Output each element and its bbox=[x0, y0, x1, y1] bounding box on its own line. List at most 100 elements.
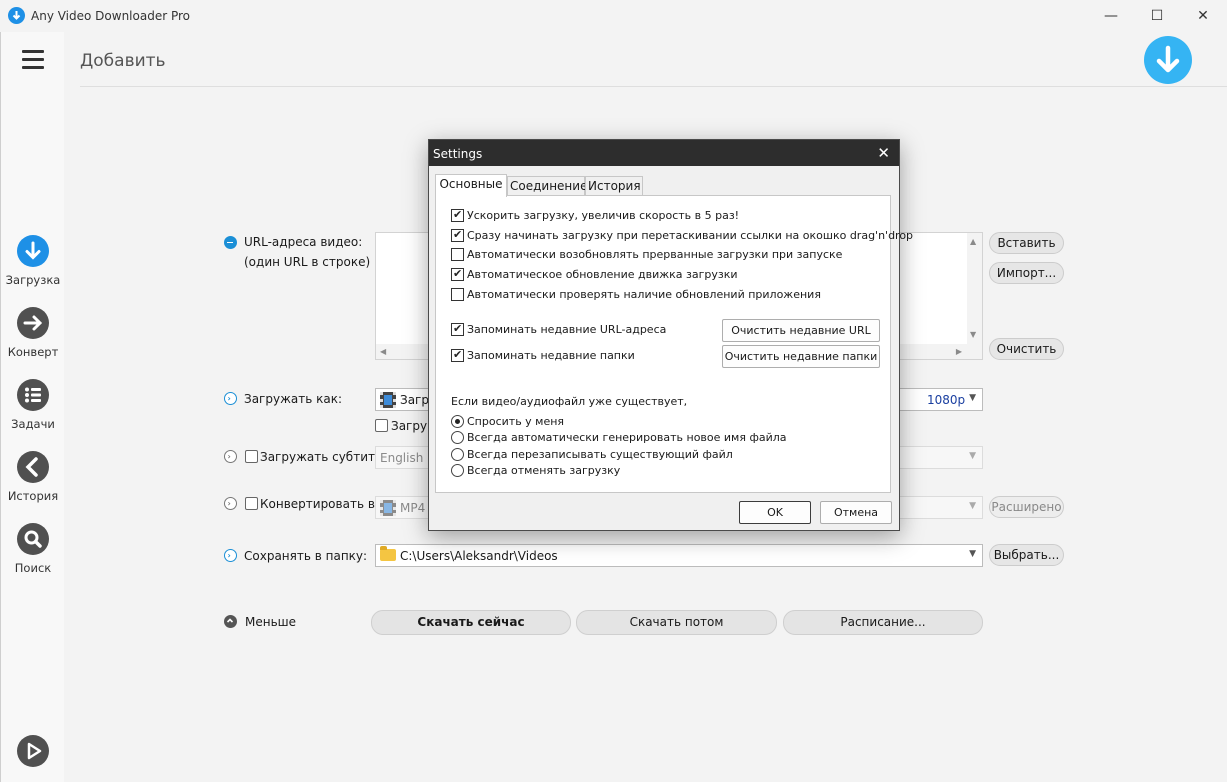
download-now-button[interactable]: Скачать сейчас bbox=[371, 610, 571, 635]
scroll-left-icon[interactable]: ◀ bbox=[380, 347, 386, 356]
auto-rename-radio[interactable] bbox=[451, 431, 464, 444]
dialog-title: Settings bbox=[433, 147, 483, 161]
title-bar: Any Video Downloader Pro — ☐ ✕ bbox=[0, 0, 1227, 32]
cancel-download-label: Всегда отменять загрузку bbox=[467, 464, 621, 477]
convert-value: MP4 bbox=[400, 501, 426, 515]
sidebar-item-label: История bbox=[7, 489, 59, 503]
chevron-right-icon[interactable]: › bbox=[224, 450, 237, 463]
scroll-right-icon[interactable]: ▶ bbox=[956, 347, 962, 356]
file-exists-label: Если видео/аудиофайл уже существует, bbox=[451, 395, 688, 408]
chevron-down-icon: ▼ bbox=[969, 451, 976, 461]
chevron-down-icon: ▼ bbox=[969, 501, 976, 511]
subtitle-format-label: Загру bbox=[391, 419, 428, 433]
cancel-download-radio[interactable] bbox=[451, 464, 464, 477]
scroll-down-icon[interactable]: ▼ bbox=[970, 330, 976, 339]
remember-urls-label: Запоминать недавние URL-адреса bbox=[467, 323, 667, 336]
sidebar-item-search[interactable]: Поиск bbox=[1, 523, 65, 575]
subtitle-format-checkbox[interactable] bbox=[375, 419, 388, 432]
browse-button[interactable]: Выбрать... bbox=[989, 544, 1064, 566]
remember-folders-checkbox[interactable] bbox=[451, 348, 464, 362]
save-to-label: Сохранять в папку: bbox=[244, 549, 368, 563]
sidebar-item-label: Конверт bbox=[7, 345, 59, 359]
dialog-title-bar: Settings ✕ bbox=[429, 140, 899, 166]
general-tab-panel: Ускорить загрузку, увеличив скорость в 5… bbox=[435, 195, 913, 493]
speedup-checkbox[interactable] bbox=[451, 208, 464, 222]
clear-recent-folders-button[interactable]: Очистить недавние папки bbox=[722, 345, 880, 368]
chevron-down-icon: ▼ bbox=[969, 393, 976, 403]
menu-icon[interactable] bbox=[22, 50, 44, 74]
auto-rename-label: Всегда автоматически генерировать новое … bbox=[467, 431, 787, 444]
ask-me-radio[interactable] bbox=[451, 415, 464, 428]
maximize-button[interactable]: ☐ bbox=[1134, 0, 1180, 32]
app-download-icon bbox=[8, 7, 25, 24]
speedup-label: Ускорить загрузку, увеличив скорость в 5… bbox=[467, 209, 740, 222]
folder-icon bbox=[380, 546, 396, 561]
list-icon bbox=[17, 379, 49, 411]
app-update-label: Автоматически проверять наличие обновлен… bbox=[467, 288, 821, 301]
url-label: URL-адреса видео: bbox=[244, 235, 363, 249]
sidebar-item-label: Поиск bbox=[14, 561, 52, 575]
overwrite-radio[interactable] bbox=[451, 448, 464, 461]
film-icon bbox=[380, 392, 396, 408]
download-icon[interactable] bbox=[1144, 36, 1192, 84]
dragdrop-start-checkbox[interactable] bbox=[451, 228, 464, 242]
import-button[interactable]: Импорт... bbox=[989, 262, 1064, 284]
arrow-right-icon bbox=[17, 307, 49, 339]
overwrite-label: Всегда перезаписывать существующий файл bbox=[467, 448, 733, 461]
close-icon[interactable]: ✕ bbox=[877, 144, 890, 162]
less-label[interactable]: Меньше bbox=[245, 615, 296, 629]
paste-button[interactable]: Вставить bbox=[989, 232, 1064, 254]
chevron-up-icon[interactable] bbox=[224, 615, 237, 628]
schedule-button[interactable]: Расписание... bbox=[783, 610, 983, 635]
app-update-checkbox[interactable] bbox=[451, 288, 464, 301]
download-as-label: Загружать как: bbox=[244, 392, 343, 406]
vertical-scrollbar[interactable]: ▲ ▼ bbox=[967, 233, 982, 346]
ask-me-label: Спросить у меня bbox=[467, 415, 565, 428]
sidebar-item-convert[interactable]: Конверт bbox=[1, 307, 65, 359]
sidebar-item-tasks[interactable]: Задачи bbox=[1, 379, 65, 431]
remember-urls-checkbox[interactable] bbox=[451, 322, 464, 336]
download-later-button[interactable]: Скачать потом bbox=[576, 610, 777, 635]
chevron-right-icon[interactable]: › bbox=[224, 497, 237, 510]
chevron-left-icon bbox=[17, 451, 49, 483]
remember-folders-label: Запоминать недавние папки bbox=[467, 349, 635, 362]
auto-resume-checkbox[interactable] bbox=[451, 248, 464, 261]
page-title: Добавить bbox=[80, 51, 166, 71]
save-folder-value: C:\Users\Aleksandr\Videos bbox=[400, 549, 558, 563]
convert-label: Конвертировать в: bbox=[260, 497, 379, 511]
download-icon bbox=[17, 235, 49, 267]
save-folder-select[interactable]: C:\Users\Aleksandr\Videos ▼ bbox=[375, 544, 983, 567]
tab-connection[interactable]: Соединение bbox=[507, 176, 587, 196]
advanced-button[interactable]: Расширено bbox=[989, 496, 1064, 518]
auto-resume-label: Автоматически возобновлять прерванные за… bbox=[467, 248, 843, 261]
settings-dialog: Settings ✕ Основные Соединение История У… bbox=[428, 139, 913, 531]
engine-update-checkbox[interactable] bbox=[451, 267, 464, 281]
clear-recent-urls-button[interactable]: Очистить недавние URL bbox=[722, 319, 880, 342]
url-hint-label: (один URL в строке) bbox=[244, 255, 371, 269]
sidebar-item-history[interactable]: История bbox=[1, 451, 65, 503]
minimize-button[interactable]: — bbox=[1088, 0, 1134, 32]
tab-history[interactable]: История bbox=[585, 176, 643, 196]
film-icon bbox=[380, 500, 396, 516]
chevron-right-icon[interactable]: › bbox=[224, 549, 237, 562]
header-divider bbox=[80, 86, 1227, 87]
convert-checkbox[interactable] bbox=[245, 497, 258, 510]
sidebar-item-label: Загрузка bbox=[5, 273, 61, 287]
clear-button[interactable]: Очистить bbox=[989, 338, 1064, 360]
subtitles-checkbox[interactable] bbox=[245, 450, 258, 463]
quality-value: 1080p bbox=[927, 393, 966, 407]
window-title: Any Video Downloader Pro bbox=[31, 9, 190, 23]
chevron-right-icon[interactable]: › bbox=[224, 392, 237, 405]
close-window-button[interactable]: ✕ bbox=[1180, 0, 1226, 32]
ok-button[interactable]: OK bbox=[739, 501, 811, 524]
search-icon bbox=[17, 523, 49, 555]
dragdrop-start-label: Сразу начинать загрузку при перетаскиван… bbox=[467, 229, 914, 242]
collapse-icon[interactable] bbox=[224, 236, 237, 249]
cancel-button[interactable]: Отмена bbox=[820, 501, 892, 524]
engine-update-label: Автоматическое обновление движка загрузк… bbox=[467, 268, 738, 281]
scroll-up-icon[interactable]: ▲ bbox=[970, 237, 976, 246]
sidebar-item-download[interactable]: Загрузка bbox=[1, 235, 65, 287]
play-icon[interactable] bbox=[17, 735, 49, 767]
tab-general[interactable]: Основные bbox=[435, 174, 507, 197]
sidebar-item-label: Задачи bbox=[11, 417, 55, 431]
